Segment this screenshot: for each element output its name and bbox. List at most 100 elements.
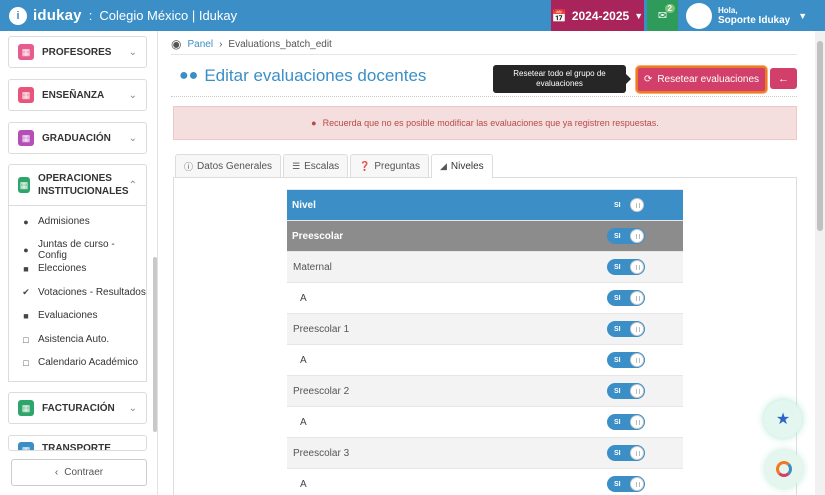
sidebar-item-calendario[interactable]: □ Calendario Académico — [20, 357, 138, 368]
sidebar-item-label: Votaciones - Resultados — [38, 287, 146, 298]
user-name: Soporte Idukay — [718, 14, 791, 26]
level-toggle[interactable]: SI — [607, 383, 645, 399]
divider — [171, 54, 797, 55]
id-card-icon: ▦ — [18, 44, 34, 60]
level-row: Nivel SI — [287, 189, 683, 220]
sidebar-section-ensenanza[interactable]: ▦ ENSEÑANZA ⌄ — [8, 79, 147, 111]
alert-text: Recuerda que no es posible modificar las… — [322, 118, 659, 128]
page-scrollbar[interactable] — [815, 31, 825, 495]
tab-label: Datos Generales — [197, 160, 273, 172]
messages-button[interactable]: ✉ 2 — [647, 0, 678, 31]
toggle-knob — [630, 322, 644, 336]
calendar-check-icon: □ — [23, 334, 29, 345]
favorites-button[interactable]: ★ — [764, 400, 802, 438]
refresh-icon: ⟳ — [643, 74, 653, 85]
users-icon: ●● — [179, 67, 199, 84]
sidebar-section-transporte[interactable]: ▦ TRANSPORTE — [8, 435, 147, 451]
user-menu[interactable]: Hola, Soporte Idukay ▼ — [680, 0, 810, 31]
page-title: ●● Editar evaluaciones docentes — [179, 66, 426, 86]
collapse-sidebar-button[interactable]: ‹ Contraer — [11, 459, 147, 486]
level-row: A SI — [287, 468, 683, 495]
tab-escalas[interactable]: ☰ Escalas — [283, 154, 349, 177]
sidebar-section-profesores[interactable]: ▦ PROFESORES ⌄ — [8, 36, 147, 68]
school-year-selector[interactable]: 📅 2024-2025 ▼ — [551, 0, 644, 31]
breadcrumb-current: Evaluations_batch_edit — [228, 38, 332, 50]
sidebar-section-label: PROFESORES — [42, 46, 112, 58]
sidebar-item-label: Asistencia Auto. — [38, 334, 110, 345]
sidebar-section-label: TRANSPORTE — [42, 443, 111, 451]
page-scrollbar-thumb[interactable] — [817, 41, 823, 231]
toggle-text: SI — [614, 480, 621, 488]
tab-label: Preguntas — [374, 160, 420, 172]
chevron-left-icon: ‹ — [54, 467, 59, 478]
help-button[interactable] — [765, 450, 803, 488]
calendar-icon: □ — [23, 357, 29, 368]
level-toggle[interactable]: SI — [607, 290, 645, 306]
toggle-text: SI — [614, 418, 621, 426]
sidebar-item-label: Admisiones — [38, 216, 90, 227]
toggle-knob — [630, 353, 644, 367]
sidebar-section-label: ENSEÑANZA — [42, 89, 105, 101]
sidebar-scrollbar[interactable] — [153, 257, 157, 432]
toggle-knob — [630, 198, 644, 212]
level-toggle[interactable]: SI — [607, 321, 645, 337]
chevron-down-icon: ⌄ — [128, 132, 137, 144]
back-button[interactable]: ← — [770, 68, 797, 89]
dashboard-icon: ◉ — [171, 37, 182, 51]
chevron-down-icon: ⌄ — [128, 89, 137, 101]
level-toggle[interactable]: SI — [607, 197, 645, 213]
bus-icon: ▦ — [18, 442, 34, 450]
toggle-text: SI — [614, 387, 621, 395]
toggle-knob — [630, 229, 644, 243]
sidebar-section-facturacion[interactable]: ▦ FACTURACIÓN ⌄ — [8, 392, 147, 424]
sidebar-item-elecciones[interactable]: ■ Elecciones — [20, 263, 86, 274]
tab-niveles[interactable]: ◢ Niveles — [430, 154, 493, 178]
tab-preguntas[interactable]: ❓ Preguntas — [350, 154, 429, 177]
level-toggle[interactable]: SI — [607, 259, 645, 275]
book-icon: ▦ — [18, 87, 34, 103]
level-toggle[interactable]: SI — [607, 476, 645, 492]
toggle-text: SI — [614, 201, 621, 209]
chevron-down-icon: ⌄ — [128, 46, 137, 58]
app-logo[interactable]: i idukay : Colegio México | Idukay — [9, 6, 237, 25]
warning-alert: ● Recuerda que no es posible modificar l… — [173, 106, 797, 140]
sidebar-section-operaciones[interactable]: ▦ OPERACIONES INSTITUCIONALES ⌃ — [8, 164, 147, 206]
sidebar-item-admisiones[interactable]: ● Admisiones — [20, 216, 90, 227]
toggle-knob — [630, 446, 644, 460]
tab-datos-generales[interactable]: ⓘ Datos Generales — [175, 154, 282, 177]
level-toggle[interactable]: SI — [607, 352, 645, 368]
level-row: A SI — [287, 406, 683, 437]
sidebar-section-graduacion[interactable]: ▦ GRADUACIÓN ⌄ — [8, 122, 147, 154]
arrow-left-icon: ← — [778, 72, 789, 85]
sidebar-item-juntas[interactable]: ● Juntas de curso - Config — [20, 239, 146, 261]
level-toggle[interactable]: SI — [607, 228, 645, 244]
reset-evaluations-button[interactable]: ⟳ Resetear evaluaciones — [636, 66, 767, 93]
sidebar-item-asistencia[interactable]: □ Asistencia Auto. — [20, 334, 109, 345]
star-icon: ★ — [775, 411, 791, 428]
sitemap-icon: ◢ — [439, 161, 447, 171]
toggle-knob — [630, 291, 644, 305]
building-icon: ▦ — [18, 177, 31, 193]
toggle-text: SI — [614, 356, 621, 364]
brand-name: idukay — [33, 7, 82, 24]
user-greeting: Hola, — [718, 5, 738, 15]
sidebar-item-label: Evaluaciones — [38, 310, 98, 321]
breadcrumb-panel-link[interactable]: Panel — [187, 39, 213, 50]
level-toggle[interactable]: SI — [607, 414, 645, 430]
exclamation-circle-icon: ● — [311, 118, 317, 128]
collapse-label: Contraer — [64, 467, 104, 478]
graduation-icon: ▦ — [18, 130, 34, 146]
level-row: Preescolar 1 SI — [287, 313, 683, 344]
list-icon: ☰ — [292, 160, 301, 171]
operaciones-submenu: ● Admisiones ● Juntas de curso - Config … — [8, 206, 147, 382]
sidebar-item-evaluaciones[interactable]: ■ Evaluaciones — [20, 310, 97, 321]
level-toggle[interactable]: SI — [607, 445, 645, 461]
sidebar-item-votaciones[interactable]: ✔ Votaciones - Resultados — [20, 287, 146, 298]
tab-label: Escalas — [304, 160, 340, 172]
toggle-text: SI — [614, 232, 621, 240]
level-row: Preescolar 3 SI — [287, 437, 683, 468]
idukay-logo-icon: i — [9, 6, 27, 25]
level-row: Maternal SI — [287, 251, 683, 282]
sidebar-item-label: Elecciones — [38, 263, 87, 274]
levels-table: Nivel SI Preescolar SI Maternal SI A SI Preescol… — [287, 189, 683, 495]
